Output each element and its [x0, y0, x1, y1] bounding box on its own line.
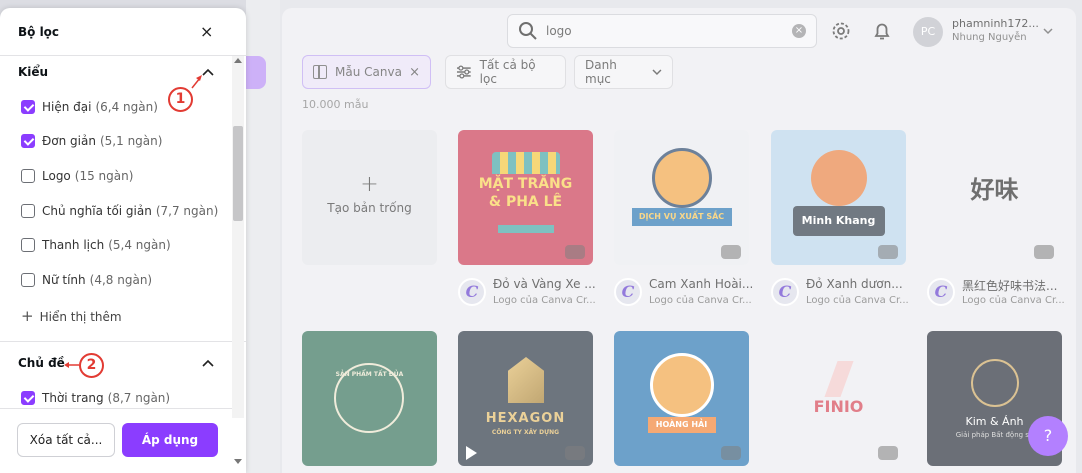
scrollbar-thumb[interactable]: [233, 126, 243, 221]
show-more-button[interactable]: + Hiển thị thêm: [21, 307, 122, 325]
plus-icon: +: [21, 307, 34, 325]
scrollbar-track[interactable]: [232, 56, 244, 418]
panel-footer: Xóa tất cả... Áp dụng: [0, 408, 232, 473]
filter-option-feminine[interactable]: Nữ tính (4,8 ngàn): [21, 273, 152, 287]
option-label: Thời trang: [42, 391, 104, 405]
annotation-marker-1: 1: [168, 87, 193, 112]
option-label: Nữ tính: [42, 273, 86, 287]
clear-all-button[interactable]: Xóa tất cả...: [17, 423, 115, 457]
option-label: Chủ nghĩa tối giản: [42, 204, 152, 218]
scroll-up-icon[interactable]: [234, 58, 242, 63]
filter-option-minimalism[interactable]: Chủ nghĩa tối giản (7,7 ngàn): [21, 204, 218, 218]
option-count: (5,1 ngàn): [99, 134, 163, 148]
option-count: (4,8 ngàn): [89, 273, 153, 287]
close-icon[interactable]: ×: [200, 22, 213, 41]
option-count: (15 ngàn): [74, 169, 134, 183]
checkbox[interactable]: [21, 391, 35, 405]
filter-option-logo[interactable]: Logo (15 ngàn): [21, 169, 133, 183]
filter-panel: Bộ lọc × Kiểu Hiện đại (6,4 ngàn) Đơn gi…: [0, 8, 246, 473]
option-count: (8,7 ngàn): [107, 391, 171, 405]
option-count: (7,7 ngàn): [155, 204, 219, 218]
checkbox[interactable]: [21, 100, 35, 114]
annotation-arrow-icon: [64, 362, 79, 368]
checkbox[interactable]: [21, 273, 35, 287]
option-label: Thanh lịch: [42, 238, 105, 252]
filter-option-elegant[interactable]: Thanh lịch (5,4 ngàn): [21, 238, 171, 252]
panel-title: Bộ lọc: [18, 25, 60, 39]
option-count: (5,4 ngàn): [108, 238, 171, 252]
checkbox[interactable]: [21, 204, 35, 218]
checkbox[interactable]: [21, 169, 35, 183]
option-label: Hiện đại: [42, 100, 92, 114]
filter-option-simple[interactable]: Đơn giản (5,1 ngàn): [21, 134, 162, 148]
checkbox[interactable]: [21, 238, 35, 252]
option-count: (6,4 ngàn): [95, 100, 158, 114]
annotation-arrow-icon: [191, 75, 202, 89]
dim-overlay[interactable]: [246, 0, 1082, 473]
show-more-label: Hiển thị thêm: [39, 310, 122, 324]
panel-header: Bộ lọc ×: [0, 8, 246, 56]
option-label: Đơn giản: [42, 134, 96, 148]
checkbox[interactable]: [21, 134, 35, 148]
section-title-topic[interactable]: Chủ đề: [18, 356, 65, 370]
scroll-down-icon[interactable]: [234, 459, 242, 464]
option-label: Logo: [42, 169, 71, 183]
filter-option-fashion[interactable]: Thời trang (8,7 ngàn): [21, 391, 170, 405]
divider: [0, 341, 246, 342]
apply-button[interactable]: Áp dụng: [122, 423, 218, 457]
filter-option-modern[interactable]: Hiện đại (6,4 ngàn): [21, 100, 158, 114]
annotation-marker-2: 2: [79, 353, 104, 378]
section-title-style[interactable]: Kiểu: [18, 65, 48, 79]
chevron-up-icon[interactable]: [202, 358, 214, 370]
